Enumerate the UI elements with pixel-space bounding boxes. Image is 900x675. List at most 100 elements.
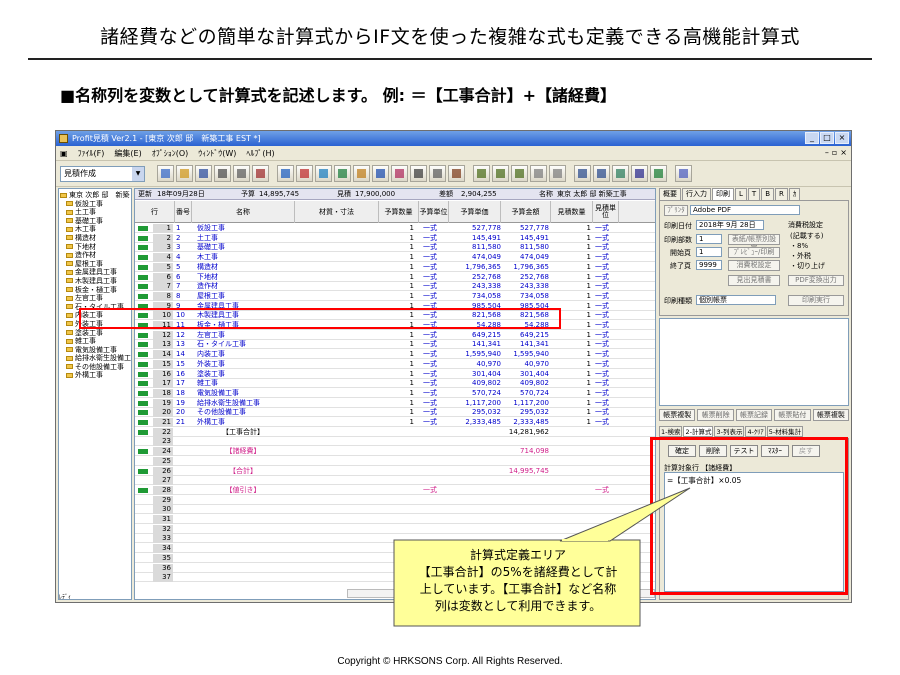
tab-ka[interactable]: ｶ xyxy=(788,188,801,200)
tab-b[interactable]: B xyxy=(761,188,774,200)
table-row[interactable]: 17 17 雑工事 1 一式 409,802 409,802 1 一式 xyxy=(135,379,655,389)
row-marker-icon[interactable] xyxy=(138,468,148,474)
tax-item[interactable]: ・8% xyxy=(790,241,808,251)
print-run-button[interactable]: 印刷実行 xyxy=(788,295,844,306)
row-marker-icon[interactable] xyxy=(138,361,148,367)
table-icon[interactable] xyxy=(549,165,566,182)
row-marker-icon[interactable] xyxy=(138,390,148,396)
report-paste-button[interactable]: 帳票貼付 xyxy=(774,409,811,421)
minimize-icon[interactable]: _ xyxy=(805,132,819,144)
report-delete-button[interactable]: 帳票削除 xyxy=(697,409,734,421)
row-marker-icon[interactable] xyxy=(138,352,148,358)
menu-edit[interactable]: 編集(E) xyxy=(114,148,141,159)
tree-item[interactable]: 外構工事 xyxy=(60,371,130,380)
pdf-export-button[interactable]: PDF変換出力 xyxy=(788,275,844,286)
row-marker-icon[interactable] xyxy=(138,381,148,387)
mode-combo[interactable]: 見積作成 ▼ xyxy=(60,165,145,182)
move-up-icon[interactable] xyxy=(334,165,351,182)
insert-row-icon[interactable] xyxy=(296,165,313,182)
table-row[interactable]: 15 15 外装工事 1 一式 40,970 40,970 1 一式 xyxy=(135,359,655,369)
cut-icon[interactable] xyxy=(233,165,250,182)
tax-settings-button[interactable]: 消費税設定 xyxy=(728,260,780,271)
print-icon[interactable] xyxy=(214,165,231,182)
row-marker-icon[interactable] xyxy=(138,429,148,435)
tree-item[interactable]: 給排水衛生設備工事 xyxy=(60,354,131,363)
table-row[interactable]: 12 12 左官工事 1 一式 649,215 649,215 1 一式 xyxy=(135,330,655,340)
menu-file[interactable]: ﾌｧｲﾙ(F) xyxy=(78,148,105,159)
copy-icon[interactable] xyxy=(252,165,269,182)
tab-summary[interactable]: 概要 xyxy=(659,188,681,200)
col-est-unit[interactable]: 見積単位 xyxy=(593,201,619,223)
tree-item[interactable]: 構造材 xyxy=(60,234,130,243)
tree-item[interactable]: 塗装工事 xyxy=(60,329,130,338)
table-row[interactable]: 21 21 外構工事 1 一式 2,333,485 2,333,485 1 一式 xyxy=(135,418,655,427)
table-row[interactable]: 24 【諸経費】 714,098 xyxy=(135,447,655,457)
tree-item[interactable]: 仮設工事 xyxy=(60,200,130,209)
row-marker-icon[interactable] xyxy=(138,332,148,338)
preview-button[interactable]: ﾌﾟﾚﾋﾞｭｰ/印刷 xyxy=(728,247,780,258)
tree-root[interactable]: 東京 次郎 邸 新築 xyxy=(60,191,130,200)
row-marker-icon[interactable] xyxy=(138,342,148,348)
table-row[interactable]: 28 【値引き】 一式 一式 xyxy=(135,485,655,495)
table-row[interactable]: 29 xyxy=(135,495,655,505)
doc-icon[interactable]: ▣ xyxy=(60,149,68,158)
tab-row-input[interactable]: 行入力 xyxy=(682,188,711,200)
tree-item[interactable]: 雑工事 xyxy=(60,337,130,346)
table-row[interactable]: 7 7 造作材 1 一式 243,338 243,338 1 一式 xyxy=(135,282,655,292)
table-row[interactable]: 31 xyxy=(135,515,655,524)
tax-item[interactable]: ・外税 xyxy=(790,251,811,261)
row-marker-icon[interactable] xyxy=(138,284,148,290)
memo-area[interactable] xyxy=(659,318,849,406)
print-type-select[interactable]: 個別帳票 xyxy=(696,295,776,305)
tab-r[interactable]: R xyxy=(775,188,788,200)
tree-item[interactable]: 板金・樋工事 xyxy=(60,286,130,295)
row-marker-icon[interactable] xyxy=(138,410,148,416)
table-row[interactable]: 1 1 仮設工事 1 一式 527,778 527,778 1 一式 xyxy=(135,224,655,233)
table-row[interactable]: 13 13 石・タイル工事 1 一式 141,341 141,341 1 一式 xyxy=(135,340,655,350)
tree-item[interactable]: 木工事 xyxy=(60,225,130,234)
col-number[interactable]: 番号 xyxy=(175,201,192,223)
table-row[interactable]: 18 18 電気設備工事 1 一式 570,724 570,724 1 一式 xyxy=(135,388,655,398)
row-marker-icon[interactable] xyxy=(138,255,148,261)
copies-field[interactable]: 1 xyxy=(696,234,722,244)
col-budget-price[interactable]: 予算単価 xyxy=(449,201,501,223)
row-marker-icon[interactable] xyxy=(138,487,148,493)
help-icon[interactable] xyxy=(675,165,692,182)
menu-help[interactable]: ﾍﾙﾌﾟ(H) xyxy=(246,148,274,159)
close-icon[interactable]: × xyxy=(835,132,849,144)
printer-button[interactable]: ﾌﾟﾘﾝﾀ xyxy=(664,205,688,216)
new-icon[interactable] xyxy=(157,165,174,182)
row-marker-icon[interactable] xyxy=(138,293,148,299)
row-marker-icon[interactable] xyxy=(138,274,148,280)
align-icon[interactable] xyxy=(410,165,427,182)
master3-icon[interactable] xyxy=(511,165,528,182)
table-row[interactable]: 25 xyxy=(135,456,655,466)
sum-icon[interactable] xyxy=(372,165,389,182)
table-row[interactable]: 22 【工事合計】 14,281,962 xyxy=(135,427,655,437)
table-row[interactable]: 30 xyxy=(135,505,655,515)
tab-l[interactable]: L xyxy=(735,188,747,200)
delete-row-icon[interactable] xyxy=(315,165,332,182)
row-marker-icon[interactable] xyxy=(138,226,148,231)
window-icon[interactable] xyxy=(574,165,591,182)
save-disk-icon[interactable] xyxy=(631,165,648,182)
tab-column-display[interactable]: 3-列表示 xyxy=(714,426,745,437)
tab-clear[interactable]: 4-ｸﾘｱ xyxy=(745,426,766,437)
table-row[interactable]: 3 3 基礎工事 1 一式 811,580 811,580 1 一式 xyxy=(135,243,655,253)
tab-material-total[interactable]: 5-材料集計 xyxy=(766,426,804,437)
table-row[interactable]: 8 8 屋根工事 1 一式 734,058 734,058 1 一式 xyxy=(135,291,655,301)
tab-t[interactable]: T xyxy=(747,188,761,200)
menu-window[interactable]: ｳｨﾝﾄﾞｳ(W) xyxy=(198,148,236,159)
report-record-button[interactable]: 帳票記録 xyxy=(735,409,773,421)
table-row[interactable]: 20 20 その他設備工事 1 一式 295,032 295,032 1 一式 xyxy=(135,408,655,418)
end-page-field[interactable]: 9999 xyxy=(696,260,722,270)
table-row[interactable]: 23 xyxy=(135,437,655,447)
table-row[interactable]: 6 6 下地材 1 一式 252,768 252,768 1 一式 xyxy=(135,272,655,282)
row-marker-icon[interactable] xyxy=(138,400,148,406)
chart-icon[interactable] xyxy=(530,165,547,182)
col-name[interactable]: 名称 xyxy=(192,201,295,223)
save-icon[interactable] xyxy=(195,165,212,182)
report-copy-button[interactable]: 帳票複製 xyxy=(659,409,696,421)
table-row[interactable]: 5 5 構造材 1 一式 1,796,365 1,796,365 1 一式 xyxy=(135,262,655,272)
table-row[interactable]: 2 2 土工事 1 一式 145,491 145,491 1 一式 xyxy=(135,233,655,243)
